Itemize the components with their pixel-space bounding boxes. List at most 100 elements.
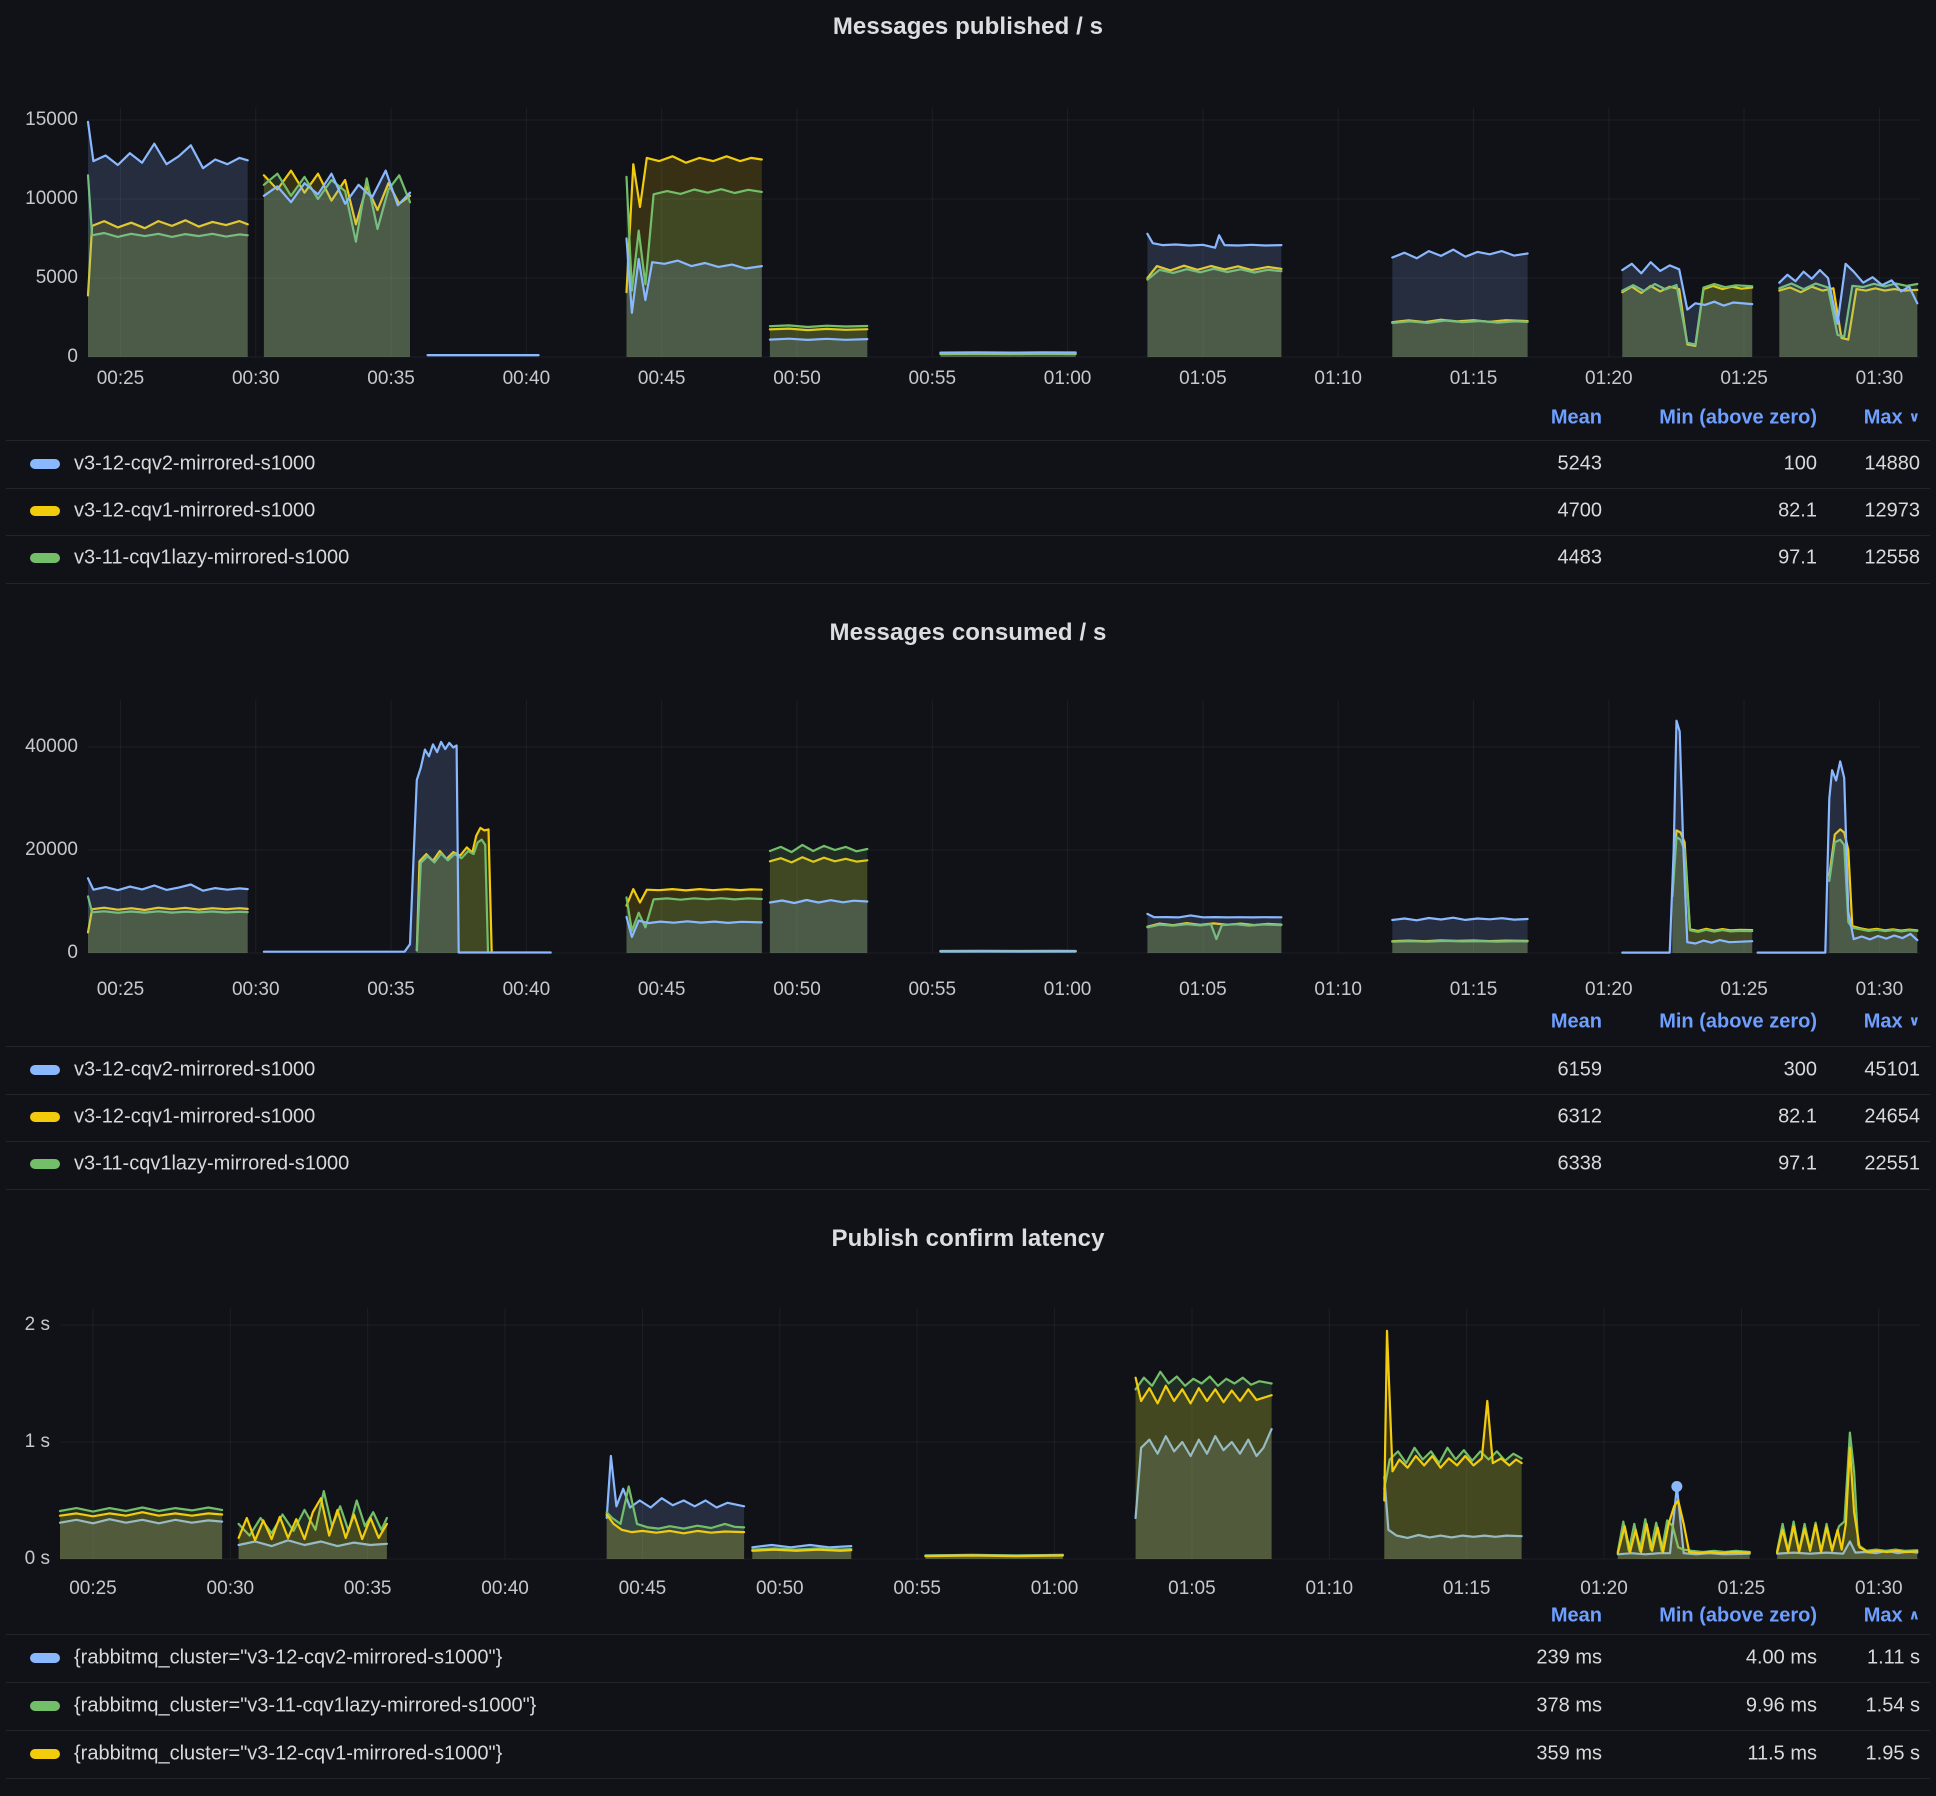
legend-row-separator bbox=[6, 1141, 1930, 1142]
legend-row-separator bbox=[6, 1189, 1930, 1190]
legend-value: 1.11 s bbox=[1867, 1647, 1920, 1670]
legend-value: 6338 bbox=[1558, 1153, 1603, 1176]
panel-title[interactable]: Messages consumed / s bbox=[0, 619, 1936, 647]
legend-value: 300 bbox=[1784, 1059, 1817, 1082]
x-axis-label: 00:25 bbox=[97, 979, 145, 1001]
legend-value: 24654 bbox=[1864, 1106, 1920, 1129]
x-axis-label: 01:10 bbox=[1314, 368, 1362, 390]
legend-value: 1.54 s bbox=[1866, 1695, 1920, 1718]
legend-series-label[interactable]: v3-12-cqv2-mirrored-s1000 bbox=[74, 1059, 315, 1082]
y-axis-label: 0 bbox=[67, 346, 78, 368]
series-color-swatch[interactable] bbox=[30, 1749, 60, 1759]
legend-sort-mean[interactable]: Mean bbox=[1551, 1011, 1602, 1034]
legend-value: 22551 bbox=[1864, 1153, 1920, 1176]
x-axis-label: 00:50 bbox=[756, 1578, 804, 1600]
series-color-swatch[interactable] bbox=[30, 1065, 60, 1075]
legend-row-separator bbox=[6, 1778, 1930, 1779]
legend-value: 11.5 ms bbox=[1747, 1743, 1817, 1766]
sort-ascending-icon: ∧ bbox=[1909, 1607, 1920, 1623]
x-axis-label: 00:35 bbox=[344, 1578, 392, 1600]
legend-value: 82.1 bbox=[1778, 1106, 1817, 1129]
legend-series-label[interactable]: v3-11-cqv1lazy-mirrored-s1000 bbox=[74, 547, 349, 570]
y-axis-label: 10000 bbox=[25, 188, 78, 210]
series-color-swatch[interactable] bbox=[30, 1112, 60, 1122]
legend-header-separator bbox=[6, 1634, 1930, 1635]
legend-value: 378 ms bbox=[1536, 1695, 1602, 1718]
legend-sort-max[interactable]: Max∧ bbox=[1864, 1605, 1920, 1628]
x-axis-label: 01:00 bbox=[1031, 1578, 1079, 1600]
x-axis-label: 01:20 bbox=[1585, 368, 1633, 390]
x-axis-label: 00:35 bbox=[367, 979, 415, 1001]
legend-sort-max[interactable]: Max∨ bbox=[1864, 1011, 1920, 1034]
series-color-swatch[interactable] bbox=[30, 506, 60, 516]
legend-series-label[interactable]: v3-12-cqv2-mirrored-s1000 bbox=[74, 453, 315, 476]
legend-sort-max[interactable]: Max∨ bbox=[1864, 407, 1920, 430]
x-axis-label: 01:15 bbox=[1450, 368, 1498, 390]
series-area bbox=[1392, 918, 1527, 953]
x-axis-label: 00:55 bbox=[893, 1578, 941, 1600]
legend-series-label[interactable]: {rabbitmq_cluster="v3-12-cqv1-mirrored-s… bbox=[74, 1743, 502, 1766]
series-color-swatch[interactable] bbox=[30, 459, 60, 469]
legend-value: 5243 bbox=[1558, 453, 1603, 476]
x-axis-label: 01:30 bbox=[1855, 1578, 1903, 1600]
series-area bbox=[1384, 1331, 1521, 1559]
x-axis-label: 01:00 bbox=[1044, 368, 1092, 390]
series-line bbox=[1147, 914, 1281, 918]
legend-value: 359 ms bbox=[1536, 1743, 1602, 1766]
series-line bbox=[88, 878, 248, 890]
series-line bbox=[264, 742, 551, 953]
series-area bbox=[1758, 761, 1918, 953]
x-axis-label: 00:25 bbox=[69, 1578, 117, 1600]
series-area bbox=[88, 122, 248, 357]
legend-value: 97.1 bbox=[1778, 547, 1817, 570]
series-color-swatch[interactable] bbox=[30, 1701, 60, 1711]
x-axis-label: 01:25 bbox=[1718, 1578, 1766, 1600]
data-point-marker[interactable] bbox=[1671, 1481, 1682, 1492]
x-axis-label: 00:40 bbox=[481, 1578, 529, 1600]
series-color-swatch[interactable] bbox=[30, 1159, 60, 1169]
legend-sort-min-above-zero-[interactable]: Min (above zero) bbox=[1659, 1011, 1817, 1034]
grafana-dashboard: Messages published / s 00:2500:3000:3500… bbox=[0, 0, 1936, 1796]
legend-header-separator bbox=[6, 440, 1930, 441]
chart-canvas[interactable] bbox=[0, 0, 1936, 1796]
legend-value: 97.1 bbox=[1778, 1153, 1817, 1176]
legend-sort-mean[interactable]: Mean bbox=[1551, 1605, 1602, 1628]
legend-value: 14880 bbox=[1864, 453, 1920, 476]
series-area bbox=[1147, 234, 1281, 357]
series-color-swatch[interactable] bbox=[30, 553, 60, 563]
legend-row-separator bbox=[6, 1682, 1930, 1683]
legend-series-label[interactable]: {rabbitmq_cluster="v3-11-cqv1lazy-mirror… bbox=[74, 1695, 536, 1718]
sort-descending-icon: ∨ bbox=[1909, 409, 1920, 425]
legend-value: 100 bbox=[1784, 453, 1817, 476]
x-axis-label: 00:45 bbox=[638, 979, 686, 1001]
series-color-swatch[interactable] bbox=[30, 1653, 60, 1663]
legend-row-separator bbox=[6, 535, 1930, 536]
legend-sort-min-above-zero-[interactable]: Min (above zero) bbox=[1659, 1605, 1817, 1628]
y-axis-label: 0 s bbox=[25, 1548, 50, 1570]
legend-value: 6312 bbox=[1558, 1106, 1603, 1129]
legend-series-label[interactable]: v3-11-cqv1lazy-mirrored-s1000 bbox=[74, 1153, 349, 1176]
x-axis-label: 01:15 bbox=[1450, 979, 1498, 1001]
panel-title[interactable]: Messages published / s bbox=[0, 13, 1936, 41]
legend-row-separator bbox=[6, 1730, 1930, 1731]
series-area bbox=[60, 1512, 222, 1559]
legend-row-separator bbox=[6, 488, 1930, 489]
series-area bbox=[264, 742, 551, 953]
panel-title[interactable]: Publish confirm latency bbox=[0, 1225, 1936, 1253]
x-axis-label: 01:30 bbox=[1856, 368, 1904, 390]
legend-series-label[interactable]: v3-12-cqv1-mirrored-s1000 bbox=[74, 500, 315, 523]
legend-series-label[interactable]: v3-12-cqv1-mirrored-s1000 bbox=[74, 1106, 315, 1129]
legend-sort-min-above-zero-[interactable]: Min (above zero) bbox=[1659, 407, 1817, 430]
x-axis-label: 01:05 bbox=[1179, 368, 1227, 390]
legend-sort-mean[interactable]: Mean bbox=[1551, 407, 1602, 430]
legend-series-label[interactable]: {rabbitmq_cluster="v3-12-cqv2-mirrored-s… bbox=[74, 1647, 502, 1670]
y-axis-label: 20000 bbox=[25, 839, 78, 861]
legend-value: 12558 bbox=[1864, 547, 1920, 570]
legend-value: 6159 bbox=[1558, 1059, 1603, 1082]
series-line bbox=[1147, 234, 1281, 248]
x-axis-label: 01:05 bbox=[1179, 979, 1227, 1001]
series-area bbox=[770, 339, 867, 357]
series-line bbox=[1392, 918, 1527, 921]
series-line bbox=[1622, 721, 1752, 953]
x-axis-label: 00:40 bbox=[503, 979, 551, 1001]
